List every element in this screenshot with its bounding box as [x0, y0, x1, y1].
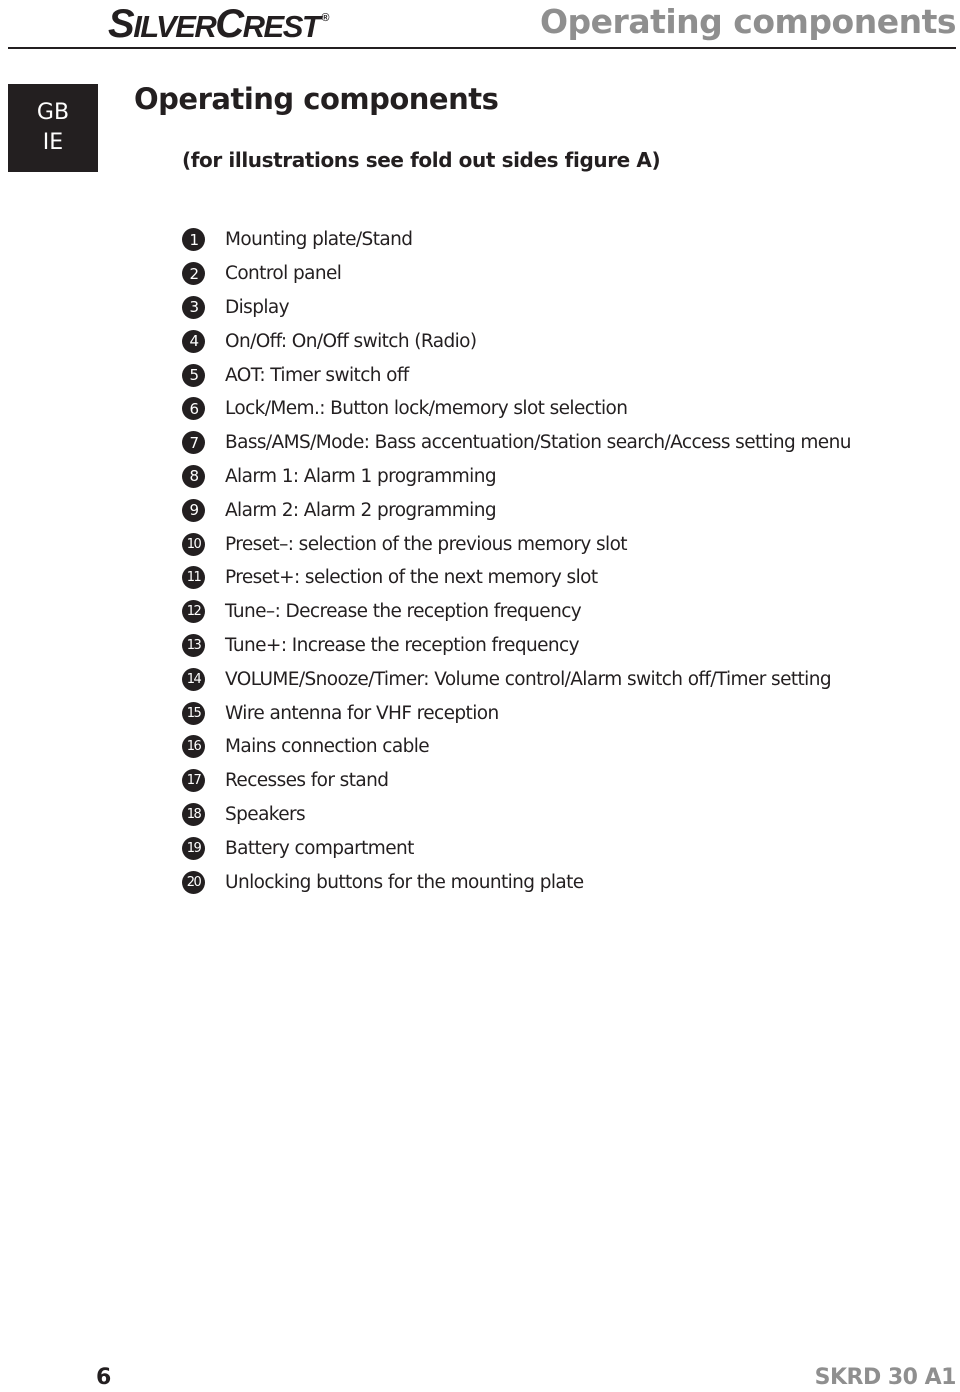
number-badge-icon: 20 — [182, 870, 205, 894]
item-label: Unlocking buttons for the mounting plate — [225, 871, 584, 893]
list-item: 2 Control panel — [182, 257, 851, 291]
number-badge-icon: 10 — [182, 532, 205, 556]
brand-letters: REST — [242, 9, 321, 44]
list-item: 14 VOLUME/Snooze/Timer: Volume control/Al… — [182, 662, 851, 696]
list-item: 18 Speakers — [182, 798, 851, 832]
item-label: Control panel — [225, 263, 342, 285]
brand-logo: SILVERCREST ® — [108, 2, 329, 47]
item-label: Mains connection cable — [225, 736, 430, 758]
item-label: Display — [225, 296, 290, 318]
number-badge-icon: 13 — [182, 633, 205, 657]
item-label: Preset–: selection of the previous memor… — [225, 533, 628, 555]
list-item: 10 Preset–: selection of the previous mem… — [182, 527, 851, 561]
brand-letter: S — [108, 2, 135, 46]
language-code-ie: IE — [42, 130, 64, 155]
number-badge-icon: 19 — [182, 836, 205, 860]
list-item: 8 Alarm 1: Alarm 1 programming — [182, 460, 851, 494]
item-label: Speakers — [225, 803, 306, 825]
item-label: Preset+: selection of the next memory sl… — [225, 567, 598, 589]
item-label: Mounting plate/Stand — [225, 229, 413, 251]
list-item: 20 Unlocking buttons for the mounting pla… — [182, 865, 851, 899]
item-label: Alarm 1: Alarm 1 programming — [225, 465, 497, 487]
number-badge-icon: 7 — [182, 431, 205, 455]
number-badge-icon: 16 — [182, 735, 205, 759]
list-item: 12 Tune–: Decrease the reception frequenc… — [182, 595, 851, 629]
component-list: 1 Mounting plate/Stand 2 Control panel 3 Disp… — [182, 223, 851, 899]
item-label: Bass/AMS/Mode: Bass accentuation/Station… — [225, 432, 851, 454]
page-number: 6 — [96, 1365, 112, 1390]
number-badge-icon: 17 — [182, 769, 205, 793]
list-item: 3 Display — [182, 291, 851, 325]
item-label: Lock/Mem.: Button lock/memory slot selec… — [225, 398, 628, 420]
number-badge-icon: 18 — [182, 802, 205, 826]
number-badge-icon: 11 — [182, 566, 205, 590]
item-label: Tune+: Increase the reception frequency — [225, 634, 580, 656]
item-label: Battery compartment — [225, 837, 414, 859]
registered-mark: ® — [321, 12, 330, 24]
list-item: 16 Mains connection cable — [182, 730, 851, 764]
item-label: Tune–: Decrease the reception frequency — [225, 601, 582, 623]
item-label: On/Off: On/Off switch (Radio) — [225, 330, 477, 352]
item-label: VOLUME/Snooze/Timer: Volume control/Alar… — [225, 668, 832, 690]
number-badge-icon: 12 — [182, 600, 205, 624]
model-code: SKRD 30 A1 — [814, 1365, 957, 1390]
list-item: 13 Tune+: Increase the reception frequenc… — [182, 629, 851, 663]
list-item: 6 Lock/Mem.: Button lock/memory slot sele… — [182, 392, 851, 426]
language-tab: GB IE — [8, 84, 98, 172]
header-divider — [8, 47, 956, 49]
number-badge-icon: 14 — [182, 667, 205, 691]
list-item: 19 Battery compartment — [182, 831, 851, 865]
list-item: 1 Mounting plate/Stand — [182, 223, 851, 257]
section-title: Operating components — [134, 82, 499, 116]
number-badge-icon: 6 — [182, 397, 205, 421]
item-label: AOT: Timer switch off — [225, 364, 409, 386]
item-label: Wire antenna for VHF reception — [225, 702, 499, 724]
list-item: 17 Recesses for stand — [182, 764, 851, 798]
number-badge-icon: 9 — [182, 498, 205, 522]
header-title: Operating components — [540, 2, 957, 41]
list-item: 4 On/Off: On/Off switch (Radio) — [182, 324, 851, 358]
item-label: Recesses for stand — [225, 770, 389, 792]
list-item: 11 Preset+: selection of the next memory … — [182, 561, 851, 595]
item-label: Alarm 2: Alarm 2 programming — [225, 499, 497, 521]
brand-letter: C — [215, 2, 244, 46]
list-item: 15 Wire antenna for VHF reception — [182, 696, 851, 730]
language-code-gb: GB — [36, 100, 70, 125]
number-badge-icon: 2 — [182, 262, 205, 286]
number-badge-icon: 4 — [182, 329, 205, 353]
section-subtitle: (for illustrations see fold out sides fi… — [182, 148, 661, 172]
number-badge-icon: 5 — [182, 363, 205, 387]
brand-letters: ILVER — [133, 9, 217, 44]
list-item: 7 Bass/AMS/Mode: Bass accentuation/Statio… — [182, 426, 851, 460]
number-badge-icon: 15 — [182, 701, 205, 725]
number-badge-icon: 3 — [182, 295, 205, 319]
number-badge-icon: 1 — [182, 228, 205, 252]
list-item: 5 AOT: Timer switch off — [182, 358, 851, 392]
list-item: 9 Alarm 2: Alarm 2 programming — [182, 493, 851, 527]
number-badge-icon: 8 — [182, 464, 205, 488]
